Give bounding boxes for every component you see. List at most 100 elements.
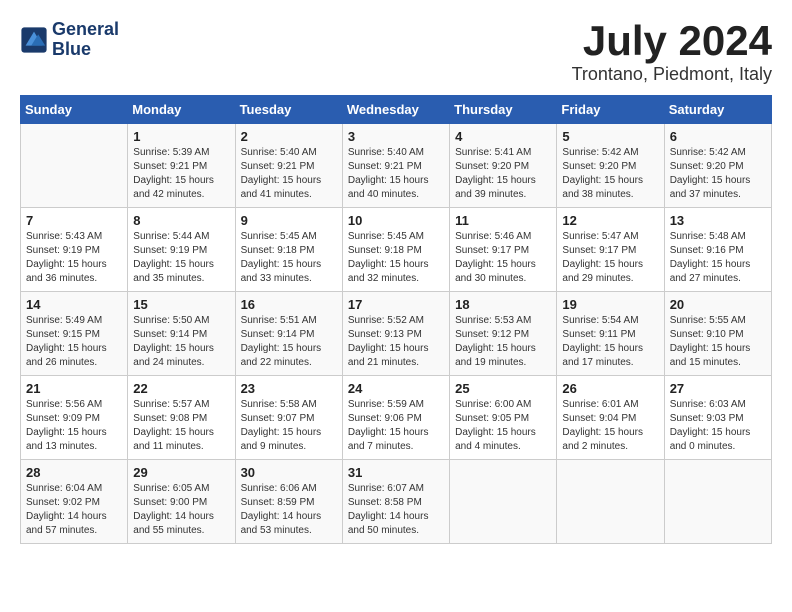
calendar-table: SundayMondayTuesdayWednesdayThursdayFrid… bbox=[20, 95, 772, 544]
calendar-cell: 20 Sunrise: 5:55 AM Sunset: 9:10 PM Dayli… bbox=[664, 292, 771, 376]
day-number: 14 bbox=[26, 297, 122, 312]
column-headers: SundayMondayTuesdayWednesdayThursdayFrid… bbox=[21, 96, 772, 124]
day-info: Sunrise: 5:57 AM Sunset: 9:08 PM Dayligh… bbox=[133, 398, 229, 454]
calendar-cell: 24Sunrise: 5:59 AM Sunset: 9:06 PM Dayli… bbox=[342, 376, 449, 460]
calendar-cell: 10 Sunrise: 5:45 AM Sunset: 9:18 PM Dayli… bbox=[342, 208, 449, 292]
day-info: Sunrise: 5:48 AM Sunset: 9:16 PM Dayligh… bbox=[670, 230, 766, 286]
day-info: Sunrise: 6:03 AM Sunset: 9:03 PM Dayligh… bbox=[670, 398, 766, 454]
day-number: 28 bbox=[26, 465, 122, 480]
calendar-cell: 26 Sunrise: 6:01 AM Sunset: 9:04 PM Dayli… bbox=[557, 376, 664, 460]
calendar-week-4: 21 Sunrise: 5:56 AM Sunset: 9:09 PM Dayli… bbox=[21, 376, 772, 460]
day-info: Sunrise: 5:42 AM Sunset: 9:20 PM Dayligh… bbox=[670, 146, 766, 202]
calendar-week-3: 14 Sunrise: 5:49 AM Sunset: 9:15 PM Dayli… bbox=[21, 292, 772, 376]
day-number: 5 bbox=[562, 129, 658, 144]
day-info: Sunrise: 5:39 AM Sunset: 9:21 PM Dayligh… bbox=[133, 146, 229, 202]
day-number: 17 bbox=[348, 297, 444, 312]
day-info: Sunrise: 5:52 AM Sunset: 9:13 PM Dayligh… bbox=[348, 314, 444, 370]
day-number: 1 bbox=[133, 129, 229, 144]
day-number: 27 bbox=[670, 381, 766, 396]
calendar-cell: 1 Sunrise: 5:39 AM Sunset: 9:21 PM Daylig… bbox=[128, 124, 235, 208]
calendar-cell bbox=[450, 460, 557, 544]
day-info: Sunrise: 6:01 AM Sunset: 9:04 PM Dayligh… bbox=[562, 398, 658, 454]
calendar-cell: 3 Sunrise: 5:40 AM Sunset: 9:21 PM Daylig… bbox=[342, 124, 449, 208]
day-number: 16 bbox=[241, 297, 337, 312]
calendar-cell: 12 Sunrise: 5:47 AM Sunset: 9:17 PM Dayli… bbox=[557, 208, 664, 292]
day-number: 29 bbox=[133, 465, 229, 480]
day-info: Sunrise: 5:45 AM Sunset: 9:18 PM Dayligh… bbox=[348, 230, 444, 286]
calendar-cell: 7Sunrise: 5:43 AM Sunset: 9:19 PM Daylig… bbox=[21, 208, 128, 292]
day-number: 23 bbox=[241, 381, 337, 396]
calendar-cell: 9 Sunrise: 5:45 AM Sunset: 9:18 PM Daylig… bbox=[235, 208, 342, 292]
column-header-saturday: Saturday bbox=[664, 96, 771, 124]
calendar-cell: 31 Sunrise: 6:07 AM Sunset: 8:58 PM Dayli… bbox=[342, 460, 449, 544]
day-number: 9 bbox=[241, 213, 337, 228]
calendar-cell: 23 Sunrise: 5:58 AM Sunset: 9:07 PM Dayli… bbox=[235, 376, 342, 460]
day-info: Sunrise: 6:00 AM Sunset: 9:05 PM Dayligh… bbox=[455, 398, 551, 454]
day-info: Sunrise: 5:45 AM Sunset: 9:18 PM Dayligh… bbox=[241, 230, 337, 286]
day-info: Sunrise: 5:49 AM Sunset: 9:15 PM Dayligh… bbox=[26, 314, 122, 370]
day-number: 15 bbox=[133, 297, 229, 312]
day-number: 30 bbox=[241, 465, 337, 480]
day-info: Sunrise: 5:50 AM Sunset: 9:14 PM Dayligh… bbox=[133, 314, 229, 370]
day-number: 10 bbox=[348, 213, 444, 228]
day-number: 22 bbox=[133, 381, 229, 396]
calendar-cell: 29 Sunrise: 6:05 AM Sunset: 9:00 PM Dayli… bbox=[128, 460, 235, 544]
calendar-cell: 25Sunrise: 6:00 AM Sunset: 9:05 PM Dayli… bbox=[450, 376, 557, 460]
calendar-week-1: 1 Sunrise: 5:39 AM Sunset: 9:21 PM Daylig… bbox=[21, 124, 772, 208]
day-info: Sunrise: 5:51 AM Sunset: 9:14 PM Dayligh… bbox=[241, 314, 337, 370]
day-info: Sunrise: 5:47 AM Sunset: 9:17 PM Dayligh… bbox=[562, 230, 658, 286]
calendar-cell: 27 Sunrise: 6:03 AM Sunset: 9:03 PM Dayli… bbox=[664, 376, 771, 460]
day-info: Sunrise: 5:56 AM Sunset: 9:09 PM Dayligh… bbox=[26, 398, 122, 454]
day-info: Sunrise: 5:44 AM Sunset: 9:19 PM Dayligh… bbox=[133, 230, 229, 286]
calendar-week-5: 28 Sunrise: 6:04 AM Sunset: 9:02 PM Dayli… bbox=[21, 460, 772, 544]
calendar-week-2: 7Sunrise: 5:43 AM Sunset: 9:19 PM Daylig… bbox=[21, 208, 772, 292]
day-number: 18 bbox=[455, 297, 551, 312]
logo-text: General Blue bbox=[52, 20, 119, 60]
calendar-cell bbox=[664, 460, 771, 544]
day-number: 4 bbox=[455, 129, 551, 144]
day-info: Sunrise: 5:58 AM Sunset: 9:07 PM Dayligh… bbox=[241, 398, 337, 454]
calendar-cell: 17 Sunrise: 5:52 AM Sunset: 9:13 PM Dayli… bbox=[342, 292, 449, 376]
calendar-cell: 4 Sunrise: 5:41 AM Sunset: 9:20 PM Daylig… bbox=[450, 124, 557, 208]
title-area: July 2024 Trontano, Piedmont, Italy bbox=[572, 20, 772, 85]
column-header-friday: Friday bbox=[557, 96, 664, 124]
day-number: 31 bbox=[348, 465, 444, 480]
location-title: Trontano, Piedmont, Italy bbox=[572, 64, 772, 85]
column-header-tuesday: Tuesday bbox=[235, 96, 342, 124]
day-number: 19 bbox=[562, 297, 658, 312]
calendar-cell: 21 Sunrise: 5:56 AM Sunset: 9:09 PM Dayli… bbox=[21, 376, 128, 460]
day-number: 3 bbox=[348, 129, 444, 144]
month-title: July 2024 bbox=[572, 20, 772, 62]
calendar-cell bbox=[21, 124, 128, 208]
calendar-cell: 30 Sunrise: 6:06 AM Sunset: 8:59 PM Dayli… bbox=[235, 460, 342, 544]
day-number: 6 bbox=[670, 129, 766, 144]
day-number: 8 bbox=[133, 213, 229, 228]
calendar-cell: 5 Sunrise: 5:42 AM Sunset: 9:20 PM Daylig… bbox=[557, 124, 664, 208]
day-info: Sunrise: 6:06 AM Sunset: 8:59 PM Dayligh… bbox=[241, 482, 337, 538]
day-info: Sunrise: 5:40 AM Sunset: 9:21 PM Dayligh… bbox=[348, 146, 444, 202]
day-number: 26 bbox=[562, 381, 658, 396]
day-info: Sunrise: 5:41 AM Sunset: 9:20 PM Dayligh… bbox=[455, 146, 551, 202]
day-number: 13 bbox=[670, 213, 766, 228]
calendar-cell bbox=[557, 460, 664, 544]
day-info: Sunrise: 5:46 AM Sunset: 9:17 PM Dayligh… bbox=[455, 230, 551, 286]
column-header-thursday: Thursday bbox=[450, 96, 557, 124]
column-header-monday: Monday bbox=[128, 96, 235, 124]
day-info: Sunrise: 5:53 AM Sunset: 9:12 PM Dayligh… bbox=[455, 314, 551, 370]
calendar-cell: 14 Sunrise: 5:49 AM Sunset: 9:15 PM Dayli… bbox=[21, 292, 128, 376]
day-number: 12 bbox=[562, 213, 658, 228]
day-info: Sunrise: 5:42 AM Sunset: 9:20 PM Dayligh… bbox=[562, 146, 658, 202]
logo-icon bbox=[20, 26, 48, 54]
day-number: 2 bbox=[241, 129, 337, 144]
calendar-cell: 28 Sunrise: 6:04 AM Sunset: 9:02 PM Dayli… bbox=[21, 460, 128, 544]
calendar-cell: 2Sunrise: 5:40 AM Sunset: 9:21 PM Daylig… bbox=[235, 124, 342, 208]
day-info: Sunrise: 6:04 AM Sunset: 9:02 PM Dayligh… bbox=[26, 482, 122, 538]
day-info: Sunrise: 5:54 AM Sunset: 9:11 PM Dayligh… bbox=[562, 314, 658, 370]
day-number: 20 bbox=[670, 297, 766, 312]
day-number: 21 bbox=[26, 381, 122, 396]
day-info: Sunrise: 6:05 AM Sunset: 9:00 PM Dayligh… bbox=[133, 482, 229, 538]
calendar-cell: 16 Sunrise: 5:51 AM Sunset: 9:14 PM Dayli… bbox=[235, 292, 342, 376]
day-info: Sunrise: 6:07 AM Sunset: 8:58 PM Dayligh… bbox=[348, 482, 444, 538]
day-info: Sunrise: 5:55 AM Sunset: 9:10 PM Dayligh… bbox=[670, 314, 766, 370]
calendar-cell: 6 Sunrise: 5:42 AM Sunset: 9:20 PM Daylig… bbox=[664, 124, 771, 208]
